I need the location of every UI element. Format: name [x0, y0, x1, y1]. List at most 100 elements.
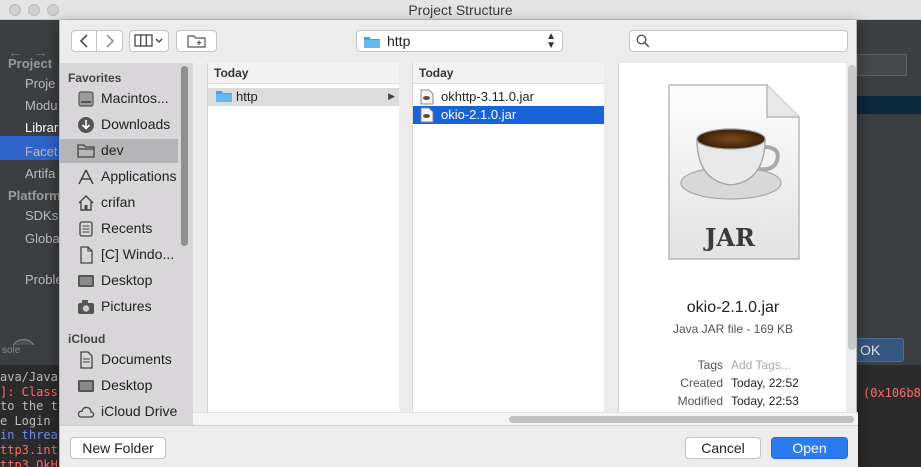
console-line: ttp3.OkH	[0, 457, 58, 467]
icloud-header: iCloud	[68, 332, 106, 346]
console-line: ]: Class	[0, 384, 58, 399]
list-item-okhttp[interactable]: okhttp-3.11.0.jar	[413, 88, 604, 106]
sidebar-item-crifan[interactable]: crifan	[60, 191, 178, 215]
column-header: Today	[208, 63, 399, 84]
desktop-icon	[78, 275, 94, 287]
sidebar-item-label: dev	[101, 142, 124, 158]
column-view-icon	[134, 34, 163, 47]
downloads-icon	[78, 117, 94, 133]
list-item-label: okio-2.1.0.jar	[441, 107, 517, 122]
search-icon	[636, 34, 650, 48]
console-line: ttp3.int	[0, 443, 58, 457]
sidebar-item-recents[interactable]: Recents	[60, 217, 178, 241]
created-label: Created	[680, 376, 723, 390]
search-input[interactable]	[654, 33, 842, 49]
horizontal-scroll-thumb[interactable]	[509, 416, 854, 423]
preview-file-kind: Java JAR file - 169 KB	[672, 322, 794, 336]
sidebar-item-desktop[interactable]: Desktop	[60, 374, 178, 398]
ide-sidebar-item[interactable]: SDKs	[25, 204, 58, 228]
ide-sidebar-item[interactable]: Globa	[25, 227, 60, 251]
jar-icon-label: JAR	[705, 223, 755, 252]
console-line: e Login	[0, 413, 51, 428]
disclosure-arrow-icon: ▶	[388, 91, 395, 101]
ide-sidebar-item[interactable]: Proje	[25, 72, 55, 96]
folder-icon	[77, 144, 95, 158]
sidebar-item-label: Desktop	[101, 272, 153, 288]
chevron-right-icon	[105, 34, 114, 48]
sidebar-item-pictures[interactable]: Pictures	[60, 295, 178, 319]
list-item-http[interactable]: http ▶	[208, 88, 399, 106]
sidebar-item-dev[interactable]: dev	[60, 139, 178, 163]
sidebar-item-label: Documents	[101, 351, 172, 367]
recents-icon	[79, 221, 93, 237]
browser-column-2: Today okhttp-3.11.0.jar okio-2.1.0.jar	[412, 63, 604, 416]
window-title: Project Structure	[408, 2, 513, 18]
sidebar-item-desktop[interactable]: Desktop	[60, 269, 178, 293]
location-popup[interactable]: http ▲ ▼	[356, 30, 563, 52]
cloud-icon	[77, 406, 95, 418]
search-field[interactable]	[629, 30, 848, 52]
camera-icon	[78, 300, 94, 314]
console-line: ava/Java	[0, 370, 58, 384]
dialog-footer: New Folder Cancel Open	[60, 425, 858, 467]
forward-button[interactable]	[97, 30, 123, 52]
new-folder-toolbar-button[interactable]	[176, 30, 217, 52]
ide-ok-button[interactable]: OK	[857, 338, 904, 362]
tags-field[interactable]: Add Tags...	[731, 358, 791, 372]
modified-value: Today, 22:53	[731, 394, 799, 408]
chevron-left-icon	[79, 34, 88, 48]
file-preview-pane: JAR okio-2.1.0.jar Java JAR file - 169 K…	[618, 63, 856, 416]
sidebar-item-label: Pictures	[101, 298, 152, 314]
column-header: Today	[413, 63, 604, 84]
sidebar-item-label: crifan	[101, 194, 136, 210]
new-folder-icon	[186, 35, 206, 48]
sidebar-item-label: Applications	[101, 168, 177, 184]
console-tab[interactable]: sole	[0, 345, 60, 365]
horizontal-scrollbar[interactable]	[193, 412, 858, 425]
preview-scrollbar[interactable]	[848, 65, 856, 350]
preview-file-name: okio-2.1.0.jar	[686, 299, 780, 316]
folder-icon	[216, 91, 232, 102]
open-button[interactable]: Open	[771, 437, 848, 459]
list-item-okio[interactable]: okio-2.1.0.jar	[413, 106, 604, 124]
view-mode-button[interactable]	[129, 30, 169, 52]
documents-icon	[80, 351, 93, 369]
console-line: in threa	[0, 428, 58, 443]
sidebar-item-label: Desktop	[101, 377, 153, 393]
document-icon	[80, 246, 93, 264]
sidebar-item-downloads[interactable]: Downloads	[60, 113, 178, 137]
list-item-label: okhttp-3.11.0.jar	[441, 89, 534, 104]
home-icon	[78, 195, 94, 211]
back-button[interactable]	[71, 30, 97, 52]
ide-sidebar-item[interactable]: Librar	[25, 116, 58, 140]
location-label: http	[387, 33, 411, 49]
ide-sidebar-item[interactable]: Modu	[25, 94, 58, 118]
desktop-icon	[78, 380, 94, 392]
hard-drive-icon	[78, 91, 94, 107]
jar-file-icon	[420, 89, 434, 105]
window-titlebar: Project Structure	[0, 0, 921, 20]
updown-arrows-icon: ▲ ▼	[546, 31, 556, 51]
sidebar-item-icloud-drive[interactable]: iCloud Drive	[60, 400, 178, 424]
ide-name-field[interactable]	[857, 54, 907, 76]
sidebar-scrollbar[interactable]	[181, 66, 188, 246]
finder-sidebar: Favorites Macintos... Downloads dev Applica…	[60, 63, 193, 425]
ide-sidebar-item[interactable]: Proble	[25, 268, 63, 292]
browser-column-1: Today http ▶	[207, 63, 399, 416]
console-right-text: (0x106b84	[863, 386, 921, 400]
sidebar-item-applications[interactable]: Applications	[60, 165, 178, 189]
sidebar-item-label: iCloud Drive	[101, 403, 178, 419]
new-folder-button[interactable]: New Folder	[70, 437, 166, 459]
sidebar-item-label: Recents	[101, 220, 153, 236]
ide-sidebar-item[interactable]: Artifa	[25, 162, 55, 186]
favorites-header: Favorites	[68, 71, 122, 85]
sidebar-item-label: [C] Windo...	[101, 246, 175, 262]
sidebar-item-label: Macintos...	[101, 90, 169, 106]
console-line: to the t	[0, 399, 58, 414]
jar-file-icon	[420, 107, 434, 123]
sidebar-item-c-windo[interactable]: [C] Windo...	[60, 243, 178, 267]
ide-sidebar-item[interactable]: Facet	[25, 140, 58, 164]
sidebar-item-documents[interactable]: Documents	[60, 348, 178, 372]
sidebar-item-macintos[interactable]: Macintos...	[60, 87, 178, 111]
cancel-button[interactable]: Cancel	[685, 437, 761, 459]
